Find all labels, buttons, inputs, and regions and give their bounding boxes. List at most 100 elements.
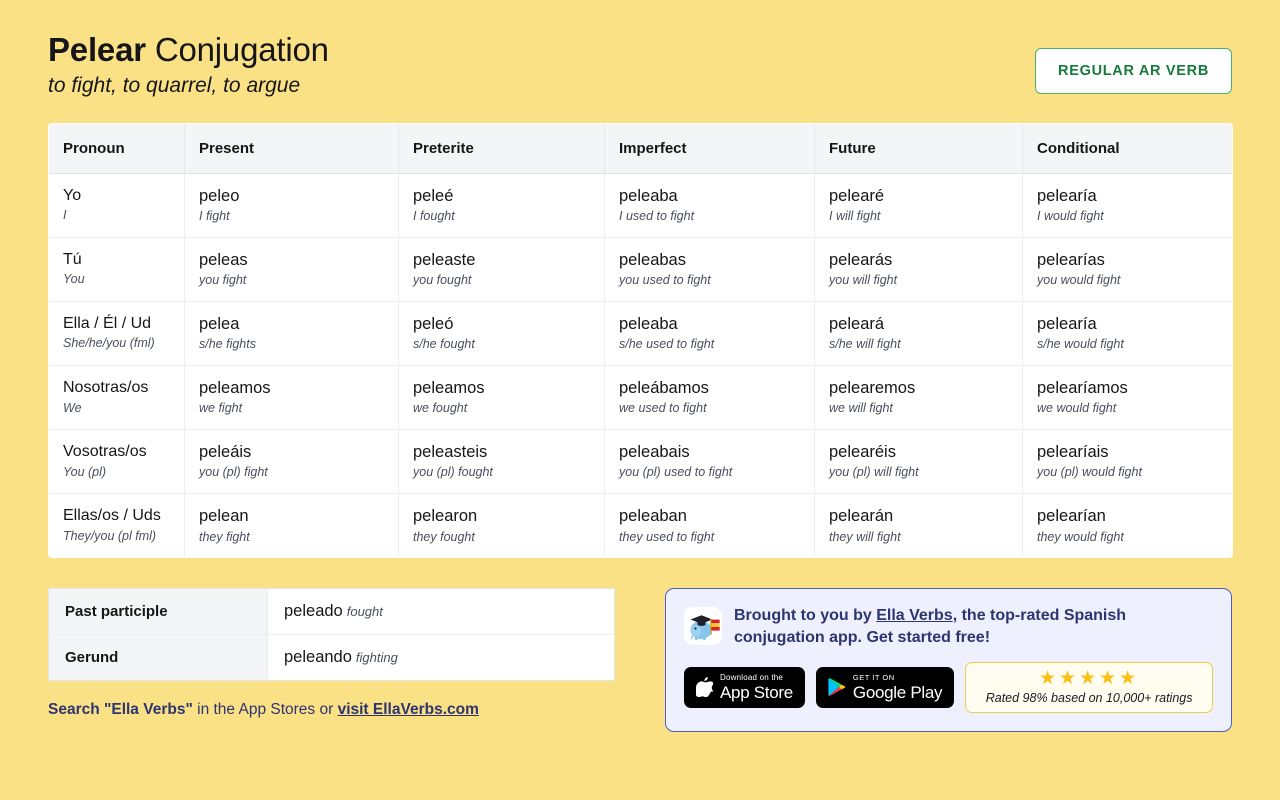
bottom-section: Past participle peleado fought Gerund pelean…	[48, 588, 1232, 732]
form-value: peleando	[284, 648, 352, 667]
conjugation-cell: pelea s/he fights	[184, 301, 399, 367]
conjugation-form: pelearás	[829, 250, 893, 269]
ellaverbs-website-link[interactable]: visit EllaVerbs.com	[338, 701, 479, 718]
conjugation-gloss: you will fight	[829, 273, 898, 287]
bottom-left-column: Past participle peleado fought Gerund pelean…	[48, 588, 615, 719]
table-row: Ellas/os / Uds They/you (pl fml) pelean the…	[49, 493, 1233, 558]
conjugation-gloss: s/he would fight	[1037, 337, 1124, 352]
form-label: Gerund	[48, 634, 268, 681]
verb-name: Pelear	[48, 31, 146, 68]
conjugation-gloss: you fought	[413, 273, 472, 287]
conjugation-gloss: I would fight	[1037, 208, 1104, 223]
conjugation-cell: peleábamos we used to fight	[604, 365, 815, 431]
conjugation-form: peleáis	[199, 443, 252, 462]
conjugation-form: pelearemos	[829, 379, 916, 398]
pronoun-text: Vosotras/os	[63, 443, 147, 461]
conjugation-cell: pelearás you will fight	[814, 237, 1023, 302]
conjugation-form: pelearían	[1037, 507, 1106, 526]
search-instruction-bold: Search "Ella Verbs"	[48, 701, 193, 719]
conjugation-gloss: we used to fight	[619, 401, 707, 416]
conjugation-cell: peleaban they used to fight	[604, 493, 815, 558]
form-value: peleado	[284, 602, 343, 621]
google-play-small-label: GET IT ON	[852, 673, 895, 683]
conjugation-form: peleamos	[413, 379, 485, 398]
conjugation-cell: peleaste you fought	[398, 237, 605, 302]
form-value-cell: peleado fought	[267, 588, 615, 636]
conjugation-form: pelearon	[413, 507, 478, 526]
pronoun-gloss: They/you (pl fml)	[63, 528, 157, 543]
conjugation-cell: peleaba I used to fight	[604, 173, 815, 238]
google-play-icon	[828, 678, 846, 697]
pronoun-gloss: You	[63, 272, 85, 287]
pronoun-cell: Nosotras/os We	[49, 365, 185, 431]
conjugation-form: pelearíamos	[1037, 379, 1128, 398]
pronoun-cell: Yo I	[49, 173, 185, 238]
table-row: Nosotras/os We peleamos we fight peleamos we …	[49, 365, 1232, 431]
ella-verbs-link[interactable]: Ella Verbs	[876, 607, 953, 624]
form-row: Gerund peleando fighting	[48, 634, 615, 681]
conjugation-form: peleaste	[413, 250, 476, 269]
apple-icon	[696, 677, 713, 698]
form-gloss: fought	[346, 604, 383, 620]
pronoun-cell: Ella / Él / Ud She/he/you (fml)	[49, 301, 185, 367]
conjugation-cell: pelearon they fought	[398, 493, 605, 558]
pronoun-cell: Tú You	[49, 237, 185, 302]
conjugation-gloss: they fought	[413, 529, 475, 544]
conjugation-form: peleaban	[619, 507, 687, 526]
pronoun-text: Tú	[63, 250, 82, 268]
conjugation-gloss: s/he used to fight	[619, 337, 715, 352]
conjugation-cell: pelearían they would fight	[1023, 494, 1233, 558]
conjugation-gloss: we fought	[413, 401, 468, 416]
ella-verbs-app-icon	[684, 607, 722, 646]
form-gloss: fighting	[355, 650, 398, 666]
google-play-button[interactable]: GET IT ON Google Play	[815, 666, 955, 708]
promo-top: Brought to you by Ella Verbs, the top-ra…	[684, 605, 1213, 648]
conjugation-form: peleó	[413, 314, 454, 333]
conjugation-cell: peleo I fight	[184, 173, 399, 238]
conjugation-gloss: you (pl) fight	[199, 465, 268, 480]
pronoun-text: Nosotras/os	[63, 379, 149, 397]
pronoun-gloss: She/he/you (fml)	[63, 336, 155, 351]
conjugation-gloss: we would fight	[1037, 401, 1117, 416]
conjugation-gloss: they used to fight	[619, 529, 715, 544]
conjugation-form: peleaba	[619, 314, 678, 333]
conjugation-cell: peleabais you (pl) used to fight	[604, 429, 815, 495]
rating-box: ★★★★★ Rated 98% based on 10,000+ ratings	[965, 661, 1213, 713]
conjugation-gloss: you fight	[199, 273, 247, 287]
conjugation-cell: peleamos we fought	[398, 365, 605, 431]
page-title: Pelear Conjugation	[48, 30, 329, 70]
search-instruction-mid: in the App Stores or	[192, 701, 338, 719]
conjugation-cell: pelearíamos we would fight	[1022, 365, 1232, 431]
conjugation-form: pelea	[199, 314, 240, 333]
conjugation-cell: pelearíais you (pl) would fight	[1022, 429, 1232, 495]
conjugation-gloss: s/he fights	[199, 337, 256, 352]
conjugation-cell: peleamos we fight	[184, 365, 399, 431]
verb-translation: to fight, to quarrel, to argue	[48, 73, 301, 97]
conjugation-gloss: I fight	[199, 208, 230, 223]
conjugation-table: Pronoun Present Preterite Imperfect Futu…	[48, 122, 1233, 559]
form-value-cell: peleando fighting	[268, 635, 615, 681]
promo-bottom: Download on the App Store GET IT ON Goog…	[684, 661, 1213, 713]
conjugation-form: pelearíais	[1037, 443, 1109, 462]
conjugation-form: pelean	[199, 507, 249, 526]
conjugation-gloss: you (pl) fought	[413, 465, 493, 480]
conjugation-cell: peleasteis you (pl) fought	[398, 429, 605, 495]
app-store-button[interactable]: Download on the App Store	[684, 666, 805, 708]
conjugation-cell: pelean they fight	[184, 493, 399, 558]
column-header-present: Present	[184, 123, 399, 174]
pronoun-gloss: You (pl)	[63, 464, 107, 479]
conjugation-cell: pelearéis you (pl) will fight	[814, 429, 1023, 495]
column-header-future: Future	[814, 123, 1023, 174]
conjugation-cell: peleabas you used to fight	[604, 237, 815, 302]
conjugation-form: pelearán	[829, 507, 894, 526]
conjugation-cell: peleé I fought	[398, 173, 605, 238]
title-suffix: Conjugation	[145, 31, 329, 68]
conjugation-gloss: I will fight	[829, 208, 881, 223]
app-store-labels: Download on the App Store	[720, 673, 793, 701]
pronoun-cell: Vosotras/os You (pl)	[49, 429, 185, 495]
conjugation-cell: pelearemos we will fight	[814, 365, 1023, 431]
conjugation-gloss: I fought	[413, 208, 455, 223]
nonfinite-forms-table: Past participle peleado fought Gerund pelean…	[48, 588, 615, 682]
promo-text: Brought to you by Ella Verbs, the top-ra…	[734, 605, 1213, 648]
pronoun-text: Ellas/os / Uds	[63, 507, 161, 525]
